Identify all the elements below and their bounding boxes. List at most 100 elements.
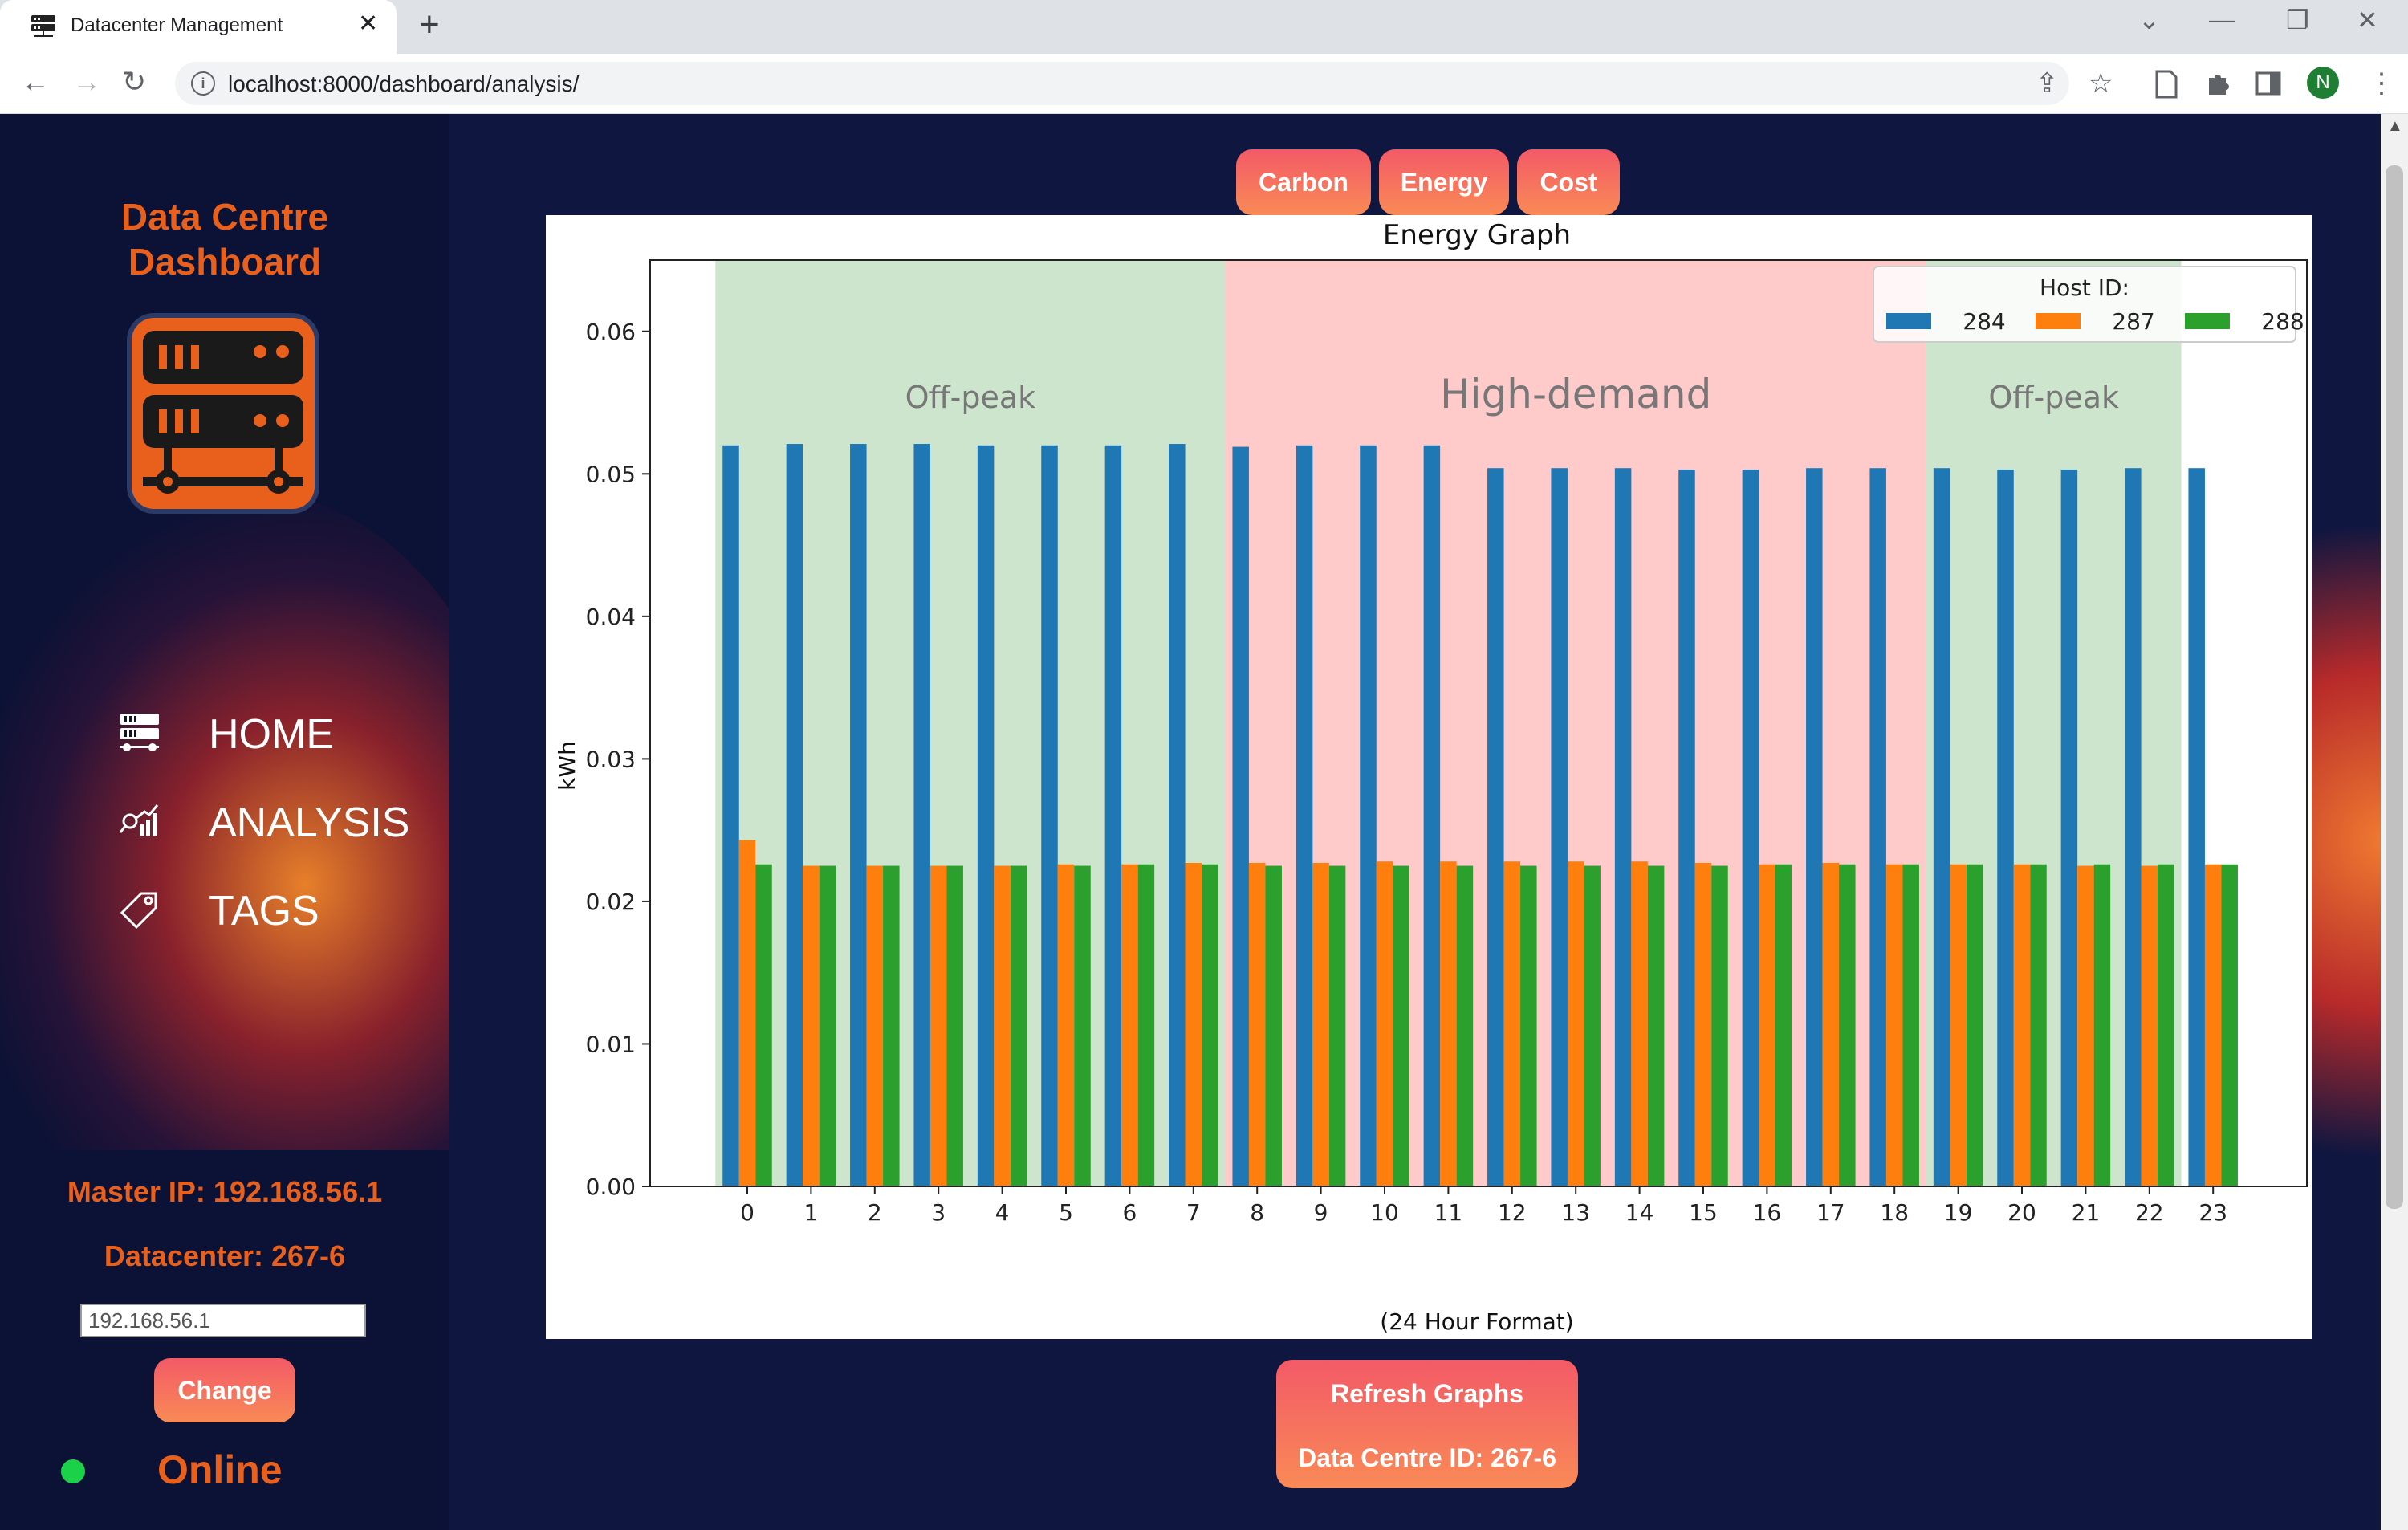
x-tick-label: 3 bbox=[931, 1199, 946, 1226]
bar-287-hour-16 bbox=[1759, 864, 1775, 1186]
x-tick-label: 23 bbox=[2199, 1199, 2227, 1226]
bar-287-hour-0 bbox=[738, 840, 756, 1186]
bar-287-hour-22 bbox=[2141, 865, 2158, 1186]
online-status-text: Online bbox=[157, 1447, 283, 1492]
bar-287-hour-15 bbox=[1694, 862, 1712, 1186]
change-button[interactable]: Change bbox=[154, 1358, 295, 1422]
share-icon[interactable]: ⇪ bbox=[2036, 70, 2059, 97]
bar-287-hour-13 bbox=[1567, 861, 1584, 1186]
profile-avatar[interactable]: N bbox=[2307, 67, 2339, 99]
server-favicon-icon bbox=[31, 15, 55, 37]
bar-288-hour-21 bbox=[2093, 864, 2111, 1186]
x-tick-label: 9 bbox=[1314, 1199, 1328, 1226]
url-text[interactable]: localhost:8000/dashboard/analysis/ bbox=[228, 71, 579, 97]
bar-287-hour-2 bbox=[866, 865, 884, 1186]
bar-284-hour-3 bbox=[913, 444, 930, 1186]
bar-288-hour-20 bbox=[2030, 864, 2047, 1186]
bar-287-hour-19 bbox=[1950, 864, 1967, 1186]
legend-swatch-284 bbox=[1886, 313, 1931, 329]
bar-284-hour-4 bbox=[977, 445, 995, 1186]
bar-288-hour-12 bbox=[1520, 865, 1537, 1186]
x-tick-label: 21 bbox=[2072, 1199, 2101, 1226]
address-bar[interactable]: i localhost:8000/dashboard/analysis/ bbox=[175, 62, 2069, 105]
bar-287-hour-14 bbox=[1631, 861, 1648, 1186]
x-tick-label: 10 bbox=[1370, 1199, 1399, 1226]
refresh-graphs-button[interactable]: Refresh Graphs Data Centre ID: 267-6 bbox=[1276, 1360, 1578, 1488]
tab-energy[interactable]: Energy bbox=[1379, 149, 1509, 215]
x-axis-label: (24 Hour Format) bbox=[1380, 1308, 1573, 1335]
bar-287-hour-12 bbox=[1503, 861, 1521, 1186]
bar-284-hour-10 bbox=[1360, 445, 1377, 1186]
bar-284-hour-19 bbox=[1933, 468, 1950, 1186]
bar-288-hour-2 bbox=[883, 865, 900, 1186]
bar-284-hour-17 bbox=[1806, 468, 1823, 1186]
site-info-icon[interactable]: i bbox=[191, 71, 215, 96]
datacenter-text: Datacenter: 267-6 bbox=[104, 1239, 346, 1272]
bar-284-hour-14 bbox=[1614, 468, 1632, 1186]
master-ip-input[interactable] bbox=[80, 1304, 366, 1337]
scrollbar-thumb[interactable] bbox=[2386, 165, 2403, 1209]
scroll-up-arrow-icon[interactable]: ▲ bbox=[2387, 117, 2403, 136]
bar-288-hour-16 bbox=[1775, 864, 1792, 1186]
browser-tab[interactable]: Datacenter Management ✕ bbox=[0, 0, 397, 54]
reload-icon[interactable]: ↻ bbox=[122, 65, 146, 99]
bar-284-hour-0 bbox=[722, 445, 739, 1186]
bar-288-hour-18 bbox=[1902, 864, 1919, 1186]
x-tick-label: 1 bbox=[803, 1199, 818, 1226]
legend-label-287: 287 bbox=[2112, 308, 2154, 335]
legend-swatch-287 bbox=[2036, 313, 2081, 329]
page-scrollbar[interactable]: ▲ bbox=[2381, 114, 2408, 1530]
tab-cost[interactable]: Cost bbox=[1517, 149, 1620, 215]
reading-list-icon[interactable] bbox=[2154, 70, 2178, 99]
bookmark-star-icon[interactable]: ☆ bbox=[2089, 70, 2113, 97]
browser-toolbar: ← → ↻ i localhost:8000/dashboard/analysi… bbox=[0, 54, 2408, 114]
bar-284-hour-22 bbox=[2125, 468, 2142, 1186]
brand-title-line2: Dashboard bbox=[128, 241, 322, 283]
brand-title-line1: Data Centre bbox=[120, 196, 329, 238]
tab-carbon[interactable]: Carbon bbox=[1236, 149, 1371, 215]
y-tick-label: 0.03 bbox=[586, 746, 636, 772]
restore-icon[interactable]: ❐ bbox=[2286, 5, 2309, 35]
y-tick-label: 0.01 bbox=[586, 1031, 636, 1057]
bar-287-hour-10 bbox=[1376, 861, 1393, 1186]
bar-288-hour-23 bbox=[2221, 864, 2238, 1186]
x-tick-label: 12 bbox=[1498, 1199, 1527, 1226]
bar-284-hour-13 bbox=[1551, 468, 1568, 1186]
close-tab-icon[interactable]: ✕ bbox=[358, 10, 378, 38]
minimize-icon[interactable]: — bbox=[2209, 5, 2235, 35]
region-label: Off-peak bbox=[1988, 380, 2119, 415]
tab-search-icon[interactable]: ⌄ bbox=[2138, 5, 2160, 35]
y-tick-label: 0.06 bbox=[586, 319, 636, 345]
y-axis-label: kWh bbox=[554, 741, 580, 791]
tab-title: Datacenter Management bbox=[71, 14, 283, 36]
bar-288-hour-1 bbox=[819, 865, 836, 1186]
master-ip-text: Master IP: 192.168.56.1 bbox=[67, 1175, 383, 1208]
y-tick-label: 0.05 bbox=[586, 461, 636, 487]
forward-icon[interactable]: → bbox=[72, 65, 101, 99]
bar-288-hour-8 bbox=[1265, 865, 1282, 1186]
x-tick-label: 15 bbox=[1689, 1199, 1718, 1226]
x-tick-label: 14 bbox=[1625, 1199, 1654, 1226]
side-panel-icon[interactable] bbox=[2255, 71, 2281, 96]
legend-label-284: 284 bbox=[1963, 308, 2005, 335]
x-tick-label: 17 bbox=[1816, 1199, 1845, 1226]
nav-label-analysis: ANALYSIS bbox=[209, 800, 410, 846]
refresh-graphs-label: Refresh Graphs bbox=[1330, 1379, 1524, 1408]
bar-284-hour-21 bbox=[2060, 469, 2078, 1186]
browser-menu-icon[interactable]: ⋮ bbox=[2368, 70, 2395, 97]
legend-title: Host ID: bbox=[2040, 275, 2129, 301]
bar-288-hour-6 bbox=[1137, 864, 1155, 1186]
chart-title: Energy Graph bbox=[1383, 219, 1571, 251]
back-icon[interactable]: ← bbox=[21, 65, 50, 99]
bar-287-hour-8 bbox=[1248, 862, 1266, 1186]
extensions-puzzle-icon[interactable] bbox=[2204, 70, 2231, 97]
bar-287-hour-20 bbox=[2013, 864, 2031, 1186]
close-window-icon[interactable]: ✕ bbox=[2357, 5, 2378, 35]
new-tab-button[interactable]: + bbox=[419, 5, 440, 45]
x-tick-label: 2 bbox=[868, 1199, 882, 1226]
online-status-dot bbox=[61, 1459, 85, 1483]
bar-287-hour-18 bbox=[1885, 864, 1903, 1186]
bar-288-hour-9 bbox=[1328, 865, 1346, 1186]
bar-284-hour-20 bbox=[1997, 469, 2014, 1186]
energy-bar-chart: Energy Graph (24 Hour Format) kWh 0.00 0.… bbox=[554, 219, 2308, 1335]
